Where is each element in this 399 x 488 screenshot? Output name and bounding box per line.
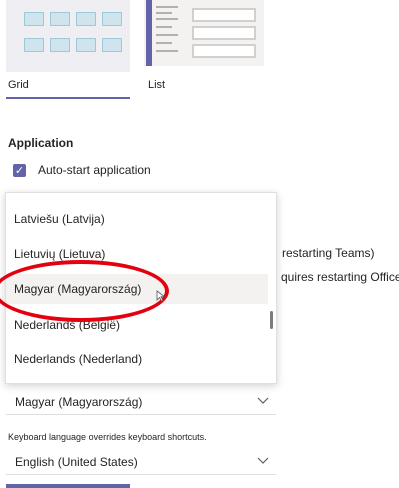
auto-start-label: Auto-start application [38, 163, 151, 177]
chevron-down-icon [257, 397, 269, 404]
list-line [156, 6, 178, 8]
grid-tile [76, 12, 96, 26]
dropdown-scrollbar[interactable] [270, 311, 273, 329]
keyboard-language-select[interactable]: English (United States) [6, 449, 276, 475]
list-line [156, 42, 172, 44]
list-box [192, 26, 256, 40]
grid-tile [102, 38, 122, 52]
option-label: Magyar (Magyarország) [14, 282, 142, 296]
app-language-value: Magyar (Magyarország) [15, 395, 143, 409]
grid-tile [76, 38, 96, 52]
restart-note-1: restarting Teams) [282, 246, 375, 260]
list-line [156, 34, 178, 36]
grid-tile [50, 12, 70, 26]
bottom-accent-bar [6, 484, 130, 488]
option-label: Nederlands (België) [14, 318, 121, 332]
dropdown-option-hovered[interactable]: Magyar (Magyarország) [6, 274, 268, 304]
keyboard-language-note: Keyboard language overrides keyboard sho… [8, 432, 207, 442]
dropdown-option[interactable]: Nederlands (België) [6, 310, 268, 340]
list-box [192, 8, 256, 22]
application-section-title: Application [8, 136, 74, 150]
option-label: Lietuvių (Lietuva) [14, 247, 106, 261]
grid-tile [24, 12, 44, 26]
list-accent-bar [146, 0, 152, 66]
list-line [156, 18, 178, 20]
grid-tile [24, 38, 44, 52]
app-language-select[interactable]: Magyar (Magyarország) [6, 389, 276, 415]
dropdown-option[interactable]: Latviešu (Latvija) [6, 204, 268, 234]
list-line [156, 50, 178, 52]
list-line [156, 26, 172, 28]
dropdown-option[interactable]: Lietuvių (Lietuva) [6, 239, 268, 269]
layout-grid-label: Grid [8, 79, 29, 91]
auto-start-checkbox[interactable]: ✓ [13, 164, 26, 177]
dropdown-option[interactable]: Nederlands (Nederland) [6, 344, 268, 374]
option-label: Latviešu (Latvija) [14, 212, 105, 226]
grid-tile [102, 12, 122, 26]
restart-note-2: quires restarting Office [281, 270, 399, 284]
layout-list-label: List [148, 79, 166, 91]
selected-indicator [6, 97, 130, 99]
option-label: Nederlands (Nederland) [14, 352, 143, 366]
chevron-down-icon [257, 457, 269, 464]
language-dropdown[interactable]: Latviešu (Latvija) Lietuvių (Lietuva) Ma… [5, 192, 277, 384]
list-box [192, 44, 256, 58]
mouse-pointer-icon [156, 290, 166, 302]
list-thumbnail [144, 0, 264, 66]
layout-option-list[interactable]: List [144, 0, 268, 100]
layout-option-grid[interactable]: Grid [6, 0, 130, 100]
grid-thumbnail [6, 0, 130, 72]
list-line [156, 12, 172, 14]
keyboard-language-value: English (United States) [15, 455, 138, 469]
grid-tile [50, 38, 70, 52]
